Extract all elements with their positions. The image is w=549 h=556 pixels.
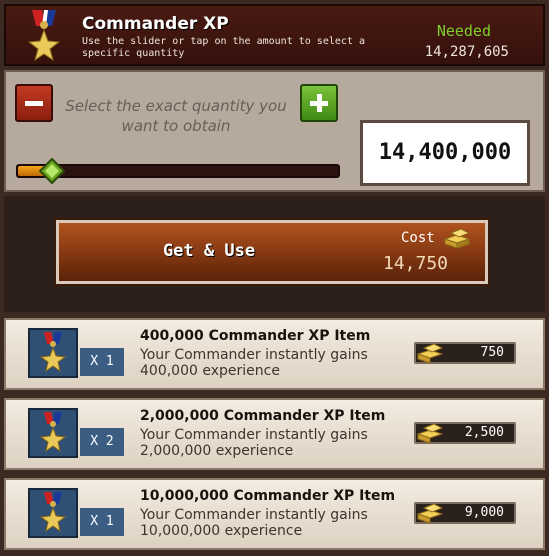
get-and-use-button[interactable]: Get & Use Cost 14,750 xyxy=(56,220,488,284)
item-title: 400,000 Commander XP Item xyxy=(140,328,371,344)
list-item[interactable]: X 1 400,000 Commander XP Item Your Comma… xyxy=(4,318,545,390)
slider-thumb[interactable] xyxy=(39,158,65,184)
get-and-use-label: Get & Use xyxy=(162,241,256,261)
item-title: 2,000,000 Commander XP Item xyxy=(140,408,386,424)
dialog-header: Commander XP Use the slider or tap on th… xyxy=(4,4,545,66)
item-price-value: 2,500 xyxy=(464,425,504,440)
instruction-text: Select the exact quantity you want to ob… xyxy=(65,97,287,135)
cost-label: Cost xyxy=(401,230,435,246)
item-quantity: X 1 xyxy=(80,508,124,536)
item-icon xyxy=(28,328,78,378)
medal-star-icon xyxy=(39,492,67,533)
medal-star-icon xyxy=(39,412,67,453)
item-quantity: X 1 xyxy=(80,348,124,376)
item-description: Your Commander instantly gains 400,000 e… xyxy=(140,347,368,379)
decrease-button[interactable] xyxy=(15,84,53,122)
medal-star-icon xyxy=(27,10,61,62)
commander-xp-dialog: Commander XP Use the slider or tap on th… xyxy=(0,0,549,556)
quantity-selector: Select the exact quantity you want to ob… xyxy=(4,70,545,192)
needed-value: 14,287,605 xyxy=(424,44,509,60)
page-title: Commander XP xyxy=(82,14,229,34)
list-item[interactable]: X 2 2,000,000 Commander XP Item Your Com… xyxy=(4,398,545,470)
item-icon xyxy=(28,408,78,458)
list-item[interactable]: X 1 10,000,000 Commander XP Item Your Co… xyxy=(4,478,545,550)
gold-bars-icon xyxy=(443,228,471,249)
item-description: Your Commander instantly gains 2,000,000… xyxy=(140,427,368,459)
quantity-value: 14,400,000 xyxy=(378,140,512,165)
gold-bars-icon xyxy=(416,423,444,444)
quantity-input[interactable]: 14,400,000 xyxy=(360,120,530,186)
cost-value: 14,750 xyxy=(383,253,449,274)
header-description: Use the slider or tap on the amount to s… xyxy=(82,36,365,59)
item-price[interactable]: 2,500 xyxy=(414,422,516,444)
item-price-value: 9,000 xyxy=(464,505,504,520)
item-price[interactable]: 9,000 xyxy=(414,502,516,524)
item-price[interactable]: 750 xyxy=(414,342,516,364)
increase-button[interactable] xyxy=(300,84,338,122)
item-quantity: X 2 xyxy=(80,428,124,456)
action-area: Get & Use Cost 14,750 xyxy=(4,196,545,312)
item-description: Your Commander instantly gains 10,000,00… xyxy=(140,507,368,539)
item-icon xyxy=(28,488,78,538)
item-price-value: 750 xyxy=(480,345,504,360)
gold-bars-icon xyxy=(416,343,444,364)
gold-bars-icon xyxy=(416,503,444,524)
needed-label: Needed xyxy=(436,22,491,40)
minus-icon xyxy=(25,101,43,106)
medal-star-icon xyxy=(39,332,67,373)
item-title: 10,000,000 Commander XP Item xyxy=(140,488,396,504)
